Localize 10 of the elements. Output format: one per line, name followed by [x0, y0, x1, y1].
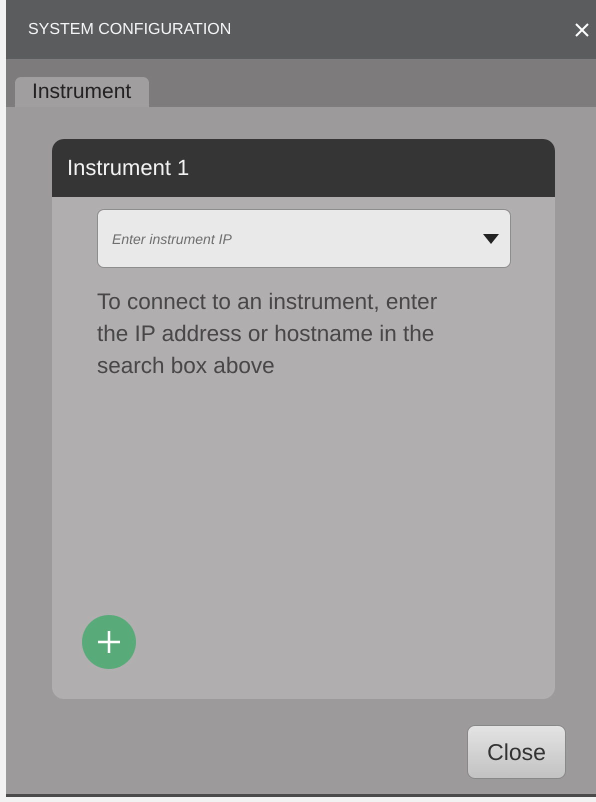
dialog-button[interactable]: Close: [467, 725, 566, 779]
close-icon: [574, 22, 590, 38]
tab[interactable]: Instrument: [15, 77, 150, 107]
add-instrument-button[interactable]: [82, 615, 136, 669]
dropdown-caret-icon: [483, 234, 499, 244]
window-title: SYSTEM CONFIGURATION: [28, 20, 232, 39]
card-title: Instrument 1: [67, 155, 190, 181]
connect-hint-text: To connect to an instrument, enter the IP address or hostname in the search box above: [97, 288, 438, 380]
plus-icon: [97, 630, 121, 654]
ip-combo-field[interactable]: Enter instrument IP: [97, 209, 511, 268]
